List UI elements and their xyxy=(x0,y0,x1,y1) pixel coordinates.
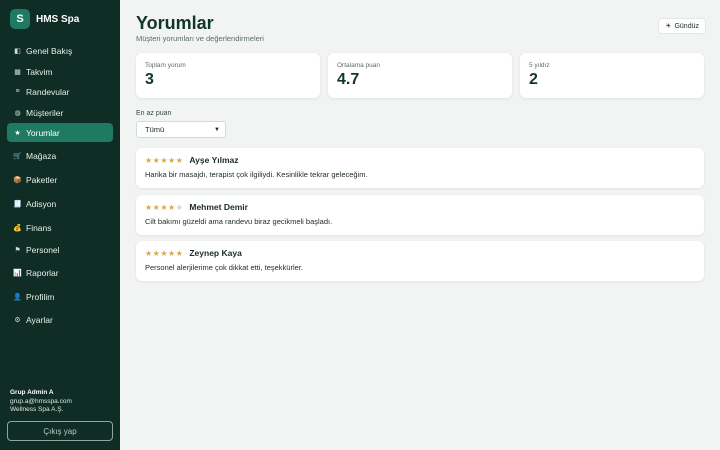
sidebar-item-label: Yorumlar xyxy=(26,127,60,138)
logout-button[interactable]: Çıkış yap xyxy=(7,421,113,441)
sidebar-item-8[interactable]: 🧾 Adisyon xyxy=(7,194,113,213)
sidebar-item-12[interactable]: 👤 Profilim xyxy=(7,287,113,306)
theme-toggle-button[interactable]: ☀ Gündüz xyxy=(658,18,706,34)
main-content: Yorumlar Müşteri yorumları ve değerlendi… xyxy=(120,0,720,450)
user-email: grup.a@hmsspa.com xyxy=(10,397,72,405)
reviewer-name: Mehmet Demir xyxy=(189,202,248,212)
sun-icon: ☀ xyxy=(665,23,672,30)
stat-label: 5 yıldız xyxy=(529,62,550,69)
review-text: Harika bir masajdı, terapist çok ilgiliy… xyxy=(145,170,368,179)
stat-value: 2 xyxy=(529,71,538,88)
list-icon: ≡ xyxy=(15,88,20,95)
sidebar-item-label: Adisyon xyxy=(26,198,57,209)
stat-card-five-star: 5 yıldız 2 xyxy=(520,53,704,98)
user-company: Wellness Spa A.Ş. xyxy=(10,406,64,413)
sidebar-item-label: Genel Bakış xyxy=(26,45,73,56)
sidebar-item-13[interactable]: ⚙ Ayarlar xyxy=(7,310,113,329)
stat-value: 3 xyxy=(145,71,154,88)
star-icon: ★ xyxy=(160,248,169,258)
review-header: ★★★★★ Mehmet Demir xyxy=(145,202,248,212)
review-card: ★★★★★ Zeynep Kaya Personel alerjilerime ço… xyxy=(136,241,704,281)
stat-card-total: Toplam yorum 3 xyxy=(136,53,320,98)
star-icon: ★ xyxy=(145,155,153,165)
profile-icon: 👤 xyxy=(13,293,22,301)
sidebar-item-4[interactable]: ◍ Müşteriler xyxy=(7,103,113,122)
sidebar-item-5[interactable]: ★ Yorumlar xyxy=(7,123,113,142)
star-icon: ★ xyxy=(14,129,21,137)
sidebar-item-label: Randevular xyxy=(26,86,70,97)
sidebar-item-label: Profilim xyxy=(26,291,55,302)
brand[interactable]: S HMS Spa xyxy=(10,9,79,29)
min-rating-value: Tümü xyxy=(145,125,165,134)
sidebar-item-label: Müşteriler xyxy=(26,107,64,118)
star-rating-icon: ★★★★★ xyxy=(145,156,183,165)
sidebar-item-label: Personel xyxy=(26,244,60,255)
sidebar-item-label: Ayarlar xyxy=(26,314,53,325)
stat-label: Toplam yorum xyxy=(145,62,186,69)
stat-label: Ortalama puan xyxy=(337,62,380,69)
stat-value: 4.7 xyxy=(337,71,360,88)
sidebar-item-10[interactable]: ⚑ Personel xyxy=(7,240,113,259)
money-bag-icon: 💰 xyxy=(13,224,22,232)
sidebar-item-label: Mağaza xyxy=(26,150,57,161)
user-name: Grup Admin A xyxy=(10,389,54,396)
theme-toggle-label: Gündüz xyxy=(674,22,699,30)
sidebar-item-6[interactable]: 🛒 Mağaza xyxy=(7,146,113,165)
review-card: ★★★★★ Mehmet Demir Cilt bakımı güzeldi ama… xyxy=(136,195,704,235)
sidebar-item-label: Raporlar xyxy=(26,267,59,278)
sidebar-item-9[interactable]: 💰 Finans xyxy=(7,218,113,237)
receipt-icon: 🧾 xyxy=(13,200,22,208)
star-icon: ★ xyxy=(160,155,169,165)
gear-icon: ⚙ xyxy=(14,316,21,324)
star-rating-icon: ★★★★★ xyxy=(145,249,183,258)
sidebar-item-7[interactable]: 📦 Paketler xyxy=(7,170,113,189)
star-icon: ★ xyxy=(175,202,184,212)
review-text: Cilt bakımı güzeldi ama randevu biraz ge… xyxy=(145,217,333,226)
star-rating-icon: ★★★★★ xyxy=(145,203,183,212)
star-icon: ★ xyxy=(168,202,176,212)
review-header: ★★★★★ Zeynep Kaya xyxy=(145,248,242,258)
star-icon: ★ xyxy=(175,248,184,258)
sidebar-item-label: Takvim xyxy=(26,66,53,77)
star-icon: ★ xyxy=(175,155,184,165)
review-card: ★★★★★ Ayşe Yılmaz Harika bir masajdı, tera… xyxy=(136,148,704,188)
chart-icon: 📊 xyxy=(13,269,22,277)
stat-card-average: Ortalama puan 4.7 xyxy=(328,53,512,98)
customers-icon: ◍ xyxy=(14,109,21,117)
user-info: Grup Admin A grup.a@hmsspa.com Wellness … xyxy=(10,389,72,415)
star-icon: ★ xyxy=(145,248,153,258)
brand-logo: S xyxy=(10,9,30,29)
chevron-down-icon: ▼ xyxy=(214,126,220,133)
star-icon: ★ xyxy=(145,202,153,212)
reviewer-name: Zeynep Kaya xyxy=(189,248,242,258)
dashboard-icon: ◧ xyxy=(14,47,21,55)
min-rating-select[interactable]: Tümü ▼ xyxy=(136,121,226,138)
page-title: Yorumlar xyxy=(136,13,214,33)
min-rating-label: En az puan xyxy=(136,110,172,117)
review-header: ★★★★★ Ayşe Yılmaz xyxy=(145,155,239,165)
sidebar-item-2[interactable]: ▦ Takvim xyxy=(7,62,113,81)
sidebar: S HMS Spa ◧ Genel Bakış ▦ Takvim ≡ Randevular… xyxy=(0,0,120,450)
package-icon: 📦 xyxy=(13,176,22,184)
sidebar-item-1[interactable]: ◧ Genel Bakış xyxy=(7,41,113,60)
calendar-icon: ▦ xyxy=(14,68,21,76)
star-icon: ★ xyxy=(168,155,176,165)
star-icon: ★ xyxy=(160,202,169,212)
flag-icon: ⚑ xyxy=(14,246,21,254)
cart-icon: 🛒 xyxy=(13,152,22,160)
sidebar-item-label: Finans xyxy=(26,222,52,233)
sidebar-item-11[interactable]: 📊 Raporlar xyxy=(7,263,113,282)
star-icon: ★ xyxy=(168,248,176,258)
sidebar-item-label: Paketler xyxy=(26,174,58,185)
reviewer-name: Ayşe Yılmaz xyxy=(189,155,239,165)
review-text: Personel alerjilerime çok dikkat etti, t… xyxy=(145,263,303,272)
sidebar-item-3[interactable]: ≡ Randevular xyxy=(7,82,113,101)
page-subtitle: Müşteri yorumları ve değerlendirmeleri xyxy=(136,34,264,43)
brand-name: HMS Spa xyxy=(36,13,80,25)
